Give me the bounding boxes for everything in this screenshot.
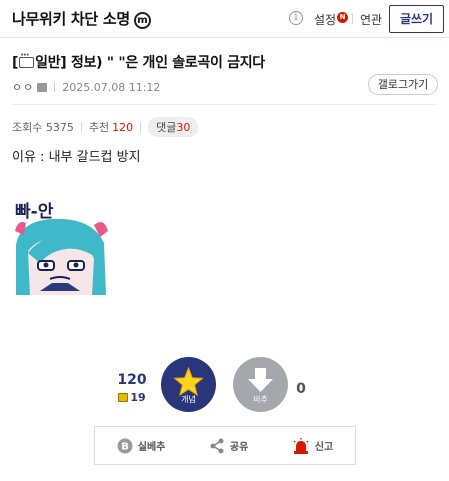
downvote-label: 비추: [253, 395, 268, 404]
related-button[interactable]: 연관: [360, 11, 382, 28]
post-body: 이유 : 내부 갈드컵 방지: [12, 150, 141, 165]
comments-button[interactable]: 댓글30: [148, 117, 199, 137]
report-button[interactable]: 신고: [292, 437, 334, 454]
share-label: 공유: [229, 442, 249, 453]
post-title: [ 일반] 정보) " "은 개인 솔로곡이 금지다: [12, 50, 265, 72]
report-label: 신고: [314, 442, 334, 453]
fixed-upvote-value: 19: [130, 391, 146, 404]
share-icon: [210, 438, 224, 453]
divider: [140, 122, 142, 132]
post-title-text: 일반] 정보) " "은 개인 솔로곡이 금지다: [35, 55, 265, 71]
divider: [54, 82, 56, 92]
info-icon[interactable]: i: [289, 11, 303, 25]
gallog-button[interactable]: 갤로그가기: [368, 74, 438, 95]
top-bar: 나무위키 차단 소명 m i 설정 N 연관 글쓰기: [0, 0, 449, 38]
post-meta: ㅇㅇ 2025.07.08 11:12: [12, 79, 160, 95]
new-badge: N: [337, 12, 349, 23]
author-nickname[interactable]: ㅇㅇ: [12, 79, 34, 95]
post-stats: 조회수 5375 추천 120 댓글30: [12, 117, 199, 137]
minor-gallery-icon: m: [133, 12, 151, 29]
title-bracket: [: [12, 55, 19, 71]
divider: [352, 13, 353, 24]
fixed-upvote-count: 19: [112, 391, 152, 404]
downvote-button[interactable]: 비추: [233, 357, 288, 412]
gallery-title[interactable]: 나무위키 차단 소명 m: [12, 8, 151, 29]
chat-icon: [19, 50, 35, 68]
comments-count: 30: [176, 121, 191, 134]
comments-label: 댓글: [156, 121, 177, 134]
divider: [80, 122, 82, 132]
dccon-sticker: 빠-안: [15, 202, 108, 295]
upvote-label: 개념: [181, 395, 196, 404]
fixed-nick-icon: [118, 393, 129, 402]
divider: [12, 104, 438, 105]
downvote-count: 0: [296, 381, 306, 397]
settings-label: 설정: [314, 13, 337, 27]
silbe-recommend-label: 실베추: [137, 442, 166, 453]
silbe-recommend-button[interactable]: B 실베추: [117, 438, 166, 454]
share-button[interactable]: 공유: [209, 438, 248, 454]
siren-icon: [293, 437, 309, 454]
svg-text:B: B: [121, 441, 129, 452]
upvote-count: 120: [117, 372, 147, 388]
recommend-count: 120: [112, 120, 134, 134]
best-icon: B: [117, 438, 133, 453]
views-label: 조회수: [12, 121, 43, 134]
sticker-text: 빠-안: [15, 202, 54, 222]
id-icon: [37, 82, 48, 92]
views-count: 5375: [45, 120, 74, 134]
write-button[interactable]: 글쓰기: [389, 5, 444, 33]
gallery-title-text[interactable]: 나무위키 차단 소명: [12, 10, 130, 28]
upvote-button[interactable]: 개념: [161, 357, 216, 412]
post-date: 2025.07.08 11:12: [62, 80, 161, 94]
post-actions: B 실베추 공유 신고: [94, 426, 356, 465]
settings-button[interactable]: 설정 N: [314, 11, 349, 28]
recommend-label: 추천: [88, 121, 110, 134]
